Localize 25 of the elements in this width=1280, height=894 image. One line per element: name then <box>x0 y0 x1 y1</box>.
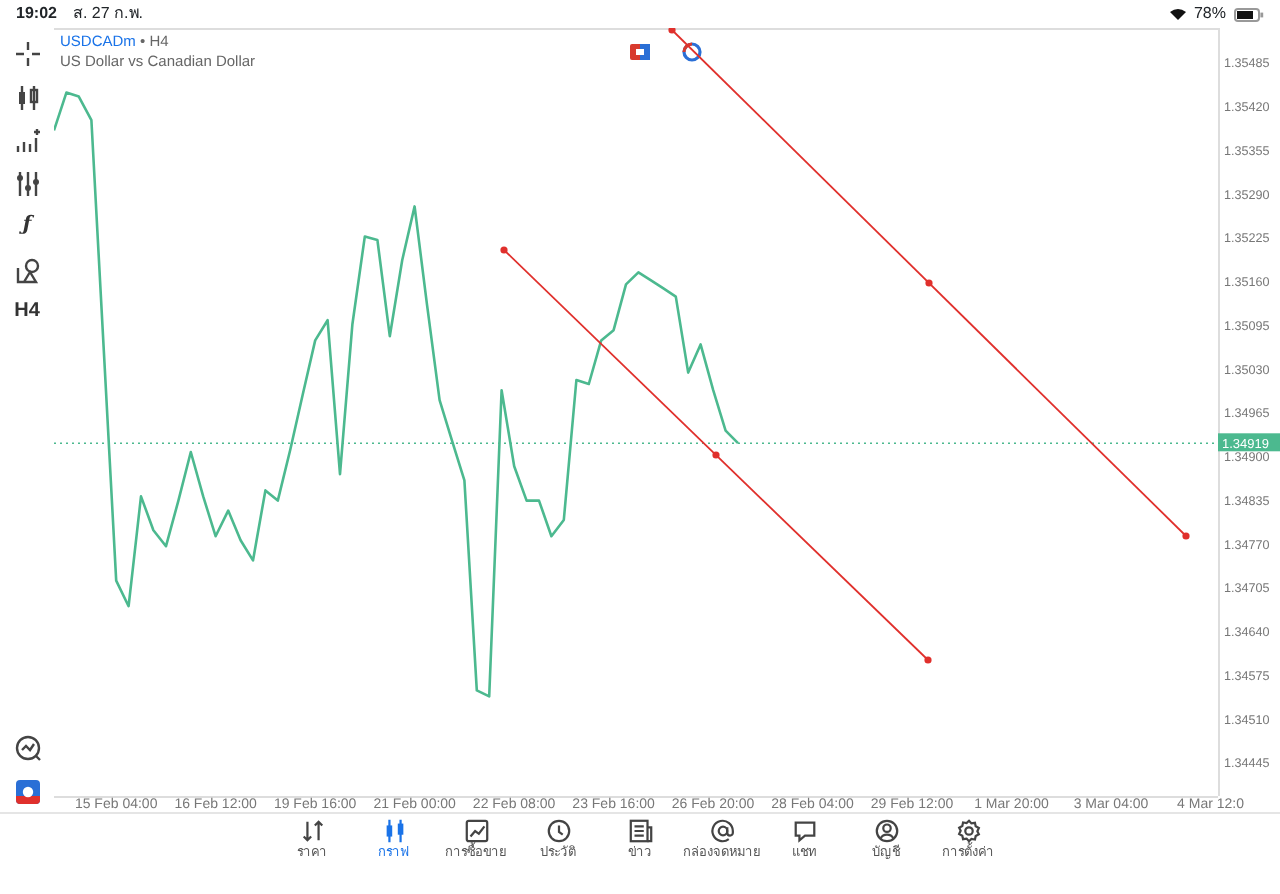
app-logo-icon[interactable] <box>13 777 41 805</box>
one-click-trading-icon[interactable] <box>630 44 650 60</box>
signal-icon[interactable] <box>682 42 702 62</box>
crosshair-icon[interactable] <box>13 40 41 68</box>
arrows-icon <box>299 818 325 844</box>
chat-icon <box>791 818 817 844</box>
candlestick-icon <box>381 818 407 844</box>
chart-icon <box>463 818 489 844</box>
chart-search-icon[interactable] <box>13 734 41 762</box>
wifi-icon <box>1169 8 1186 20</box>
candlestick-icon[interactable] <box>13 83 41 111</box>
at-sign-icon <box>709 818 735 844</box>
shapes-icon[interactable] <box>13 255 41 283</box>
bar-chart-icon[interactable] <box>13 126 41 154</box>
gear-icon <box>955 818 981 844</box>
person-icon <box>873 818 899 844</box>
status-date: ส. 27 ก.พ. <box>72 2 143 26</box>
status-time: 19:02 <box>16 2 57 26</box>
battery-percent: 78% <box>1193 2 1226 26</box>
timeframe-button[interactable]: H4 <box>14 298 40 326</box>
clock-icon <box>545 818 571 844</box>
function-button[interactable]: ƒ <box>22 212 32 240</box>
battery-icon <box>1234 7 1264 21</box>
sliders-icon[interactable] <box>13 169 41 197</box>
newspaper-icon <box>627 818 653 844</box>
